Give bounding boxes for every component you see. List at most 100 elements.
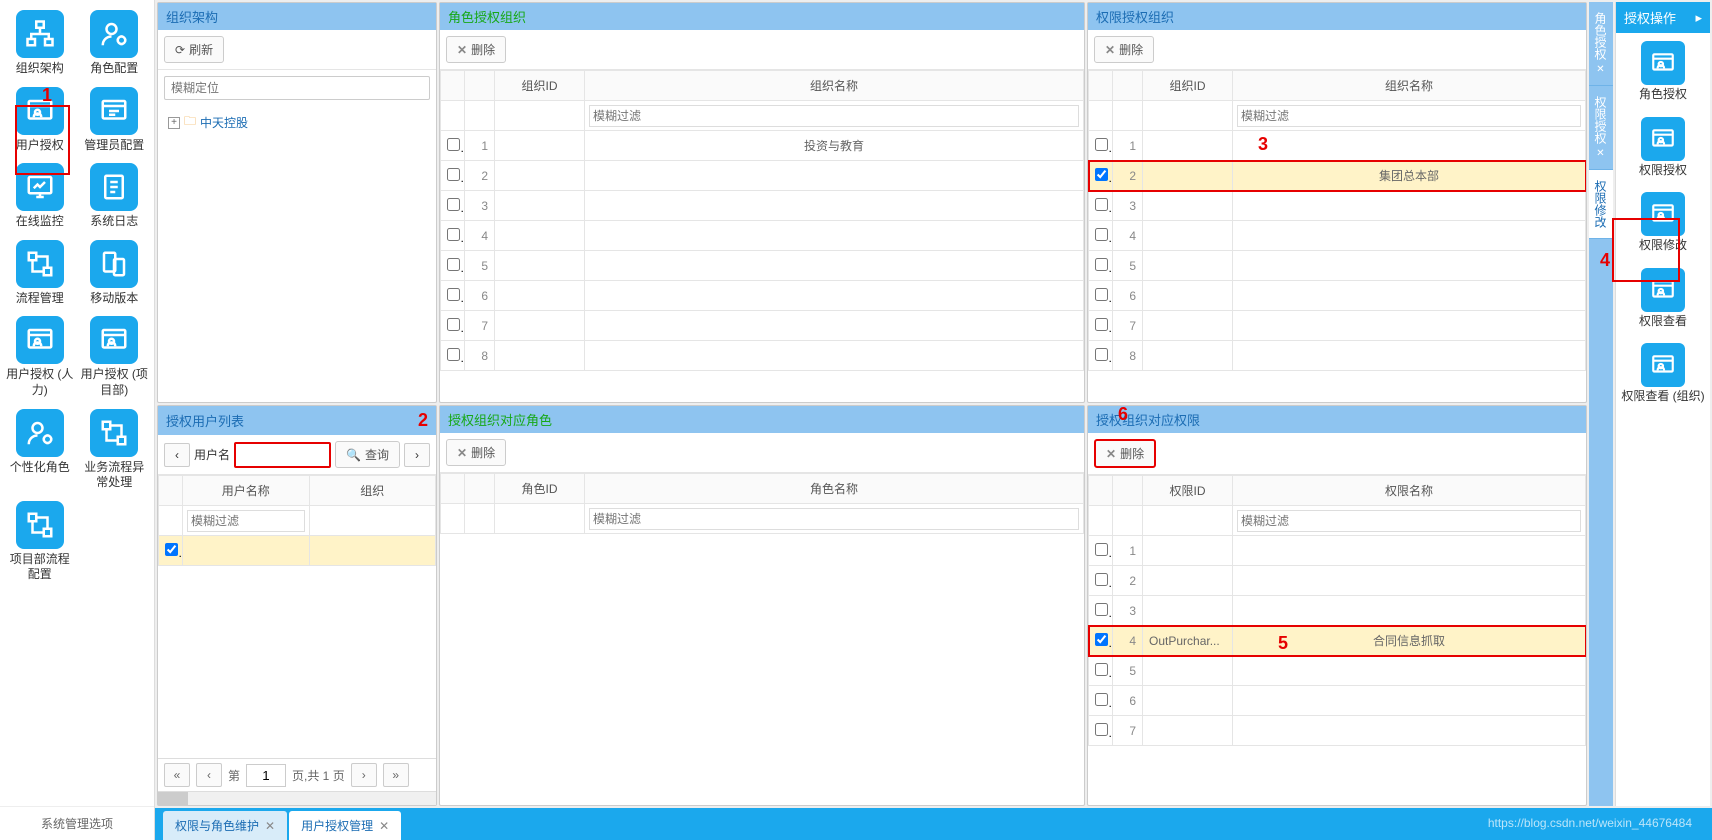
close-icon[interactable]: ✕ (265, 819, 275, 833)
delete-button[interactable]: ✕删除 (1094, 439, 1156, 468)
table-row[interactable]: 1投资与教育 (441, 131, 1084, 161)
prev-field-button[interactable]: ‹ (164, 443, 190, 467)
row-checkbox[interactable] (447, 168, 460, 181)
close-icon[interactable]: ✕ (1595, 64, 1606, 75)
nav-item-12[interactable]: 项目部流程配置 (5, 501, 75, 583)
vtab-0[interactable]: 角色授权✕ (1589, 2, 1613, 86)
nav-item-5[interactable]: 系统日志 (80, 163, 150, 230)
nav-item-3[interactable]: 管理员配置 (80, 87, 150, 154)
query-button[interactable]: 🔍查询 (335, 441, 400, 468)
table-row[interactable]: 5 (1089, 656, 1586, 686)
user-row-checkbox[interactable] (165, 543, 178, 556)
row-checkbox[interactable] (1095, 603, 1108, 616)
table-row[interactable]: 3 (1089, 596, 1586, 626)
role-name-filter[interactable] (589, 508, 1079, 530)
bottom-tab-0[interactable]: 权限与角色维护✕ (163, 811, 287, 840)
nav-item-2[interactable]: 用户授权 (5, 87, 75, 154)
nav-item-6[interactable]: 流程管理 (5, 240, 75, 307)
row-checkbox[interactable] (447, 198, 460, 211)
org-name-filter[interactable] (1237, 105, 1581, 127)
nav-item-8[interactable]: 用户授权 (人力) (5, 316, 75, 398)
org-name-filter[interactable] (589, 105, 1079, 127)
row-checkbox[interactable] (1095, 258, 1108, 271)
row-checkbox[interactable] (1095, 318, 1108, 331)
table-row[interactable]: 3 (441, 191, 1084, 221)
row-checkbox[interactable] (1095, 723, 1108, 736)
right-nav-item-1[interactable]: 权限授权 (1639, 117, 1687, 179)
next-field-button[interactable]: › (404, 443, 430, 467)
pager-next[interactable]: › (351, 763, 377, 787)
user-search-input[interactable] (234, 442, 331, 468)
row-checkbox[interactable] (447, 228, 460, 241)
row-checkbox[interactable] (447, 288, 460, 301)
pager-page-input[interactable] (246, 764, 286, 787)
right-nav-item-4[interactable]: 权限查看 (组织) (1621, 343, 1704, 405)
right-nav-item-3[interactable]: 权限查看 (1639, 268, 1687, 330)
tree-root-node[interactable]: + 🗀 中天控股 (158, 106, 436, 139)
table-row[interactable]: 7 (1089, 716, 1586, 746)
table-row[interactable]: 8 (441, 341, 1084, 371)
close-icon[interactable]: ✕ (379, 819, 389, 833)
org-search-input[interactable] (164, 76, 430, 100)
user-name-filter[interactable] (187, 510, 305, 532)
user-row[interactable] (159, 536, 436, 566)
table-row[interactable]: 4 (1089, 221, 1586, 251)
table-row[interactable]: 6 (1089, 686, 1586, 716)
row-checkbox[interactable] (1095, 663, 1108, 676)
right-nav-item-2[interactable]: 权限修改 (1639, 192, 1687, 254)
tree-expand-icon[interactable]: + (168, 117, 180, 129)
user-field-label: 用户名 (194, 446, 230, 463)
pager-prev[interactable]: ‹ (196, 763, 222, 787)
row-checkbox[interactable] (1095, 288, 1108, 301)
row-checkbox[interactable] (447, 318, 460, 331)
row-checkbox[interactable] (1095, 693, 1108, 706)
nav-item-9[interactable]: 用户授权 (项目部) (80, 316, 150, 398)
nav-item-4[interactable]: 在线监控 (5, 163, 75, 230)
row-checkbox[interactable] (1095, 228, 1108, 241)
row-checkbox[interactable] (1095, 633, 1108, 646)
right-nav-item-0[interactable]: 角色授权 (1639, 41, 1687, 103)
row-checkbox[interactable] (447, 138, 460, 151)
nav-item-0[interactable]: 组织架构 (5, 10, 75, 77)
h-scrollbar[interactable] (158, 791, 436, 805)
row-checkbox[interactable] (1095, 573, 1108, 586)
table-row[interactable]: 4OutPurchar...合同信息抓取 (1089, 626, 1586, 656)
table-row[interactable]: 8 (1089, 341, 1586, 371)
table-row[interactable]: 4 (441, 221, 1084, 251)
delete-button[interactable]: ✕删除 (446, 439, 506, 466)
table-row[interactable]: 1 (1089, 536, 1586, 566)
table-row[interactable]: 5 (1089, 251, 1586, 281)
table-row[interactable]: 2 (1089, 566, 1586, 596)
nav-item-10[interactable]: 个性化角色 (5, 409, 75, 491)
delete-button[interactable]: ✕删除 (1094, 36, 1154, 63)
vtab-1[interactable]: 权限授权✕ (1589, 86, 1613, 170)
table-row[interactable]: 7 (441, 311, 1084, 341)
table-row[interactable]: 2 (441, 161, 1084, 191)
nav-item-11[interactable]: 业务流程异常处理 (80, 409, 150, 491)
table-row[interactable]: 7 (1089, 311, 1586, 341)
pager-last[interactable]: » (383, 763, 409, 787)
table-row[interactable]: 1 (1089, 131, 1586, 161)
nav-label: 用户授权 (16, 138, 64, 154)
table-row[interactable]: 5 (441, 251, 1084, 281)
table-row[interactable]: 6 (1089, 281, 1586, 311)
row-checkbox[interactable] (1095, 348, 1108, 361)
table-row[interactable]: 6 (441, 281, 1084, 311)
row-checkbox[interactable] (447, 348, 460, 361)
row-checkbox[interactable] (1095, 168, 1108, 181)
close-icon[interactable]: ✕ (1595, 148, 1606, 159)
row-checkbox[interactable] (447, 258, 460, 271)
row-checkbox[interactable] (1095, 198, 1108, 211)
table-row[interactable]: 3 (1089, 191, 1586, 221)
bottom-tab-1[interactable]: 用户授权管理✕ (289, 811, 401, 840)
pager-first[interactable]: « (164, 763, 190, 787)
nav-item-7[interactable]: 移动版本 (80, 240, 150, 307)
refresh-button[interactable]: ⟳刷新 (164, 36, 224, 63)
perm-name-filter[interactable] (1237, 510, 1581, 532)
table-row[interactable]: 2集团总本部 (1089, 161, 1586, 191)
delete-button[interactable]: ✕删除 (446, 36, 506, 63)
nav-item-1[interactable]: 角色配置 (80, 10, 150, 77)
vtab-2[interactable]: 权限修改 (1589, 170, 1613, 239)
row-checkbox[interactable] (1095, 138, 1108, 151)
row-checkbox[interactable] (1095, 543, 1108, 556)
